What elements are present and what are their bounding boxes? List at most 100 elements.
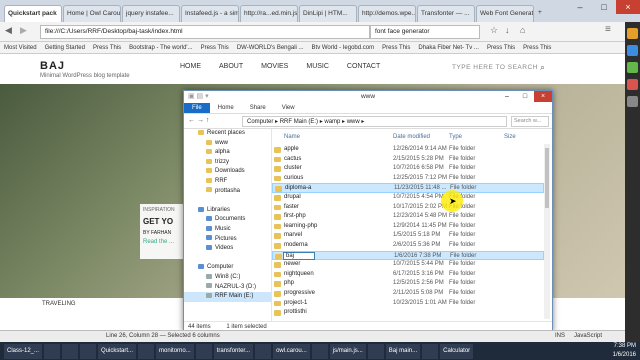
ribbon-tab-view[interactable]: View	[274, 103, 303, 113]
nav-pane-item[interactable]: Videos	[184, 244, 271, 254]
taskbar-button[interactable]: monitorno...	[156, 343, 194, 359]
dock-app-icon[interactable]	[627, 79, 638, 90]
browser-tab[interactable]: Quickstart pack	[4, 5, 62, 22]
file-row[interactable]: marvel 1/5/2015 5:18 PM File folder	[272, 231, 544, 241]
file-row[interactable]: cluster 10/7/2016 6:58 PM File folder	[272, 164, 544, 174]
quick-access-toolbar[interactable]: ▣ ▤ ▾	[188, 92, 209, 100]
nav-pane-item[interactable]: trizzy	[184, 158, 271, 168]
taskbar-app-icon[interactable]	[311, 343, 328, 359]
explorer-search-input[interactable]: Search w...	[511, 116, 549, 127]
browser-tab[interactable]: Home | Owl Carou...	[63, 5, 121, 22]
ribbon-tab-home[interactable]: Home	[210, 103, 242, 113]
browser-tab[interactable]: Transfonter — ...	[417, 5, 475, 22]
address-input[interactable]: file:///C:/Users/RRF/Desktop/baj-task/in…	[40, 25, 370, 39]
clock-date[interactable]: 1/6/2016	[613, 351, 636, 360]
taskbar-button[interactable]: js/main.js...	[329, 343, 366, 359]
nav-item-music[interactable]: MUSIC	[306, 63, 329, 70]
column-date[interactable]: Date modified	[393, 134, 430, 140]
nav-arrows-icon[interactable]: ← → ↑	[188, 117, 209, 124]
file-row[interactable]: diploma-a 11/23/2015 11:48 ... File folder	[272, 183, 544, 193]
minimize-button[interactable]: –	[568, 0, 592, 14]
bookmark-item[interactable]: Press This	[523, 42, 551, 53]
file-row[interactable]: apple 12/26/2014 9:14 AM File folder	[272, 145, 544, 155]
taskbar-app-icon[interactable]	[62, 343, 79, 359]
downloads-icon[interactable]: ↓	[505, 25, 510, 35]
breadcrumb[interactable]: Computer ▸ RRF Main (E:) ▸ wamp ▸ www ▸	[242, 116, 507, 127]
nav-item-about[interactable]: ABOUT	[219, 63, 243, 70]
maximize-button[interactable]: □	[592, 0, 616, 14]
nav-pane-item[interactable]: RRF	[184, 177, 271, 187]
taskbar-button[interactable]: Calculator	[440, 343, 474, 359]
dock-app-icon[interactable]	[627, 45, 638, 56]
file-row[interactable]: faster 10/17/2015 2:02 PM File folder	[272, 203, 544, 213]
file-row[interactable]: baj 1/6/2016 7:38 PM File folder	[272, 250, 544, 261]
vertical-scrollbar[interactable]	[544, 144, 550, 319]
browser-search-input[interactable]: font face generator	[370, 25, 480, 39]
browser-tab[interactable]: Web Font Generator	[476, 5, 534, 22]
bookmark-item[interactable]: Press This	[382, 42, 410, 53]
file-row[interactable]: php 12/5/2015 2:56 PM File folder	[272, 279, 544, 289]
nav-item-movies[interactable]: MOVIES	[261, 63, 288, 70]
menu-icon[interactable]: ≡	[605, 24, 611, 35]
browser-tab[interactable]: DinLipi | HTM...	[299, 5, 357, 22]
file-row[interactable]: first-php 12/23/2014 5:48 PM File folder	[272, 212, 544, 222]
dock-app-icon[interactable]	[627, 28, 638, 39]
taskbar-button[interactable]: Baj main...	[385, 343, 421, 359]
file-row[interactable]: project-1 10/23/2015 1:01 AM File folder	[272, 299, 544, 309]
bookmark-item[interactable]: Btv World - Iegobd.com	[312, 42, 375, 53]
taskbar-app-icon[interactable]	[44, 343, 61, 359]
file-row[interactable]: newer 10/7/2015 5:44 PM File folder	[272, 260, 544, 270]
taskbar-app-icon[interactable]	[422, 343, 439, 359]
nav-item-contact[interactable]: CONTACT	[347, 63, 380, 70]
bookmark-item[interactable]: Most Visited	[4, 42, 37, 53]
file-row[interactable]: moderna 2/6/2015 5:36 PM File folder	[272, 241, 544, 251]
dock-app-icon[interactable]	[627, 96, 638, 107]
close-button[interactable]: ×	[534, 91, 552, 102]
browser-tab[interactable]: http://demos.wpe...	[358, 5, 416, 22]
file-row[interactable]: progressive 2/11/2015 5:08 PM File folder	[272, 289, 544, 299]
editor-syntax[interactable]: JavaScript	[574, 331, 602, 342]
file-row[interactable]: prottisthi	[272, 308, 544, 318]
scroll-thumb[interactable]	[545, 148, 549, 208]
bookmark-item[interactable]: Press This	[201, 42, 229, 53]
minimize-button[interactable]: –	[498, 91, 516, 102]
taskbar-app-icon[interactable]	[255, 343, 272, 359]
nav-pane-item[interactable]: Downloads	[184, 167, 271, 177]
bookmark-item[interactable]: Bootstrap - The world'...	[129, 42, 192, 53]
bookmark-item[interactable]: Dhaka Fiber Net- Tv ...	[418, 42, 479, 53]
file-row[interactable]: curious 12/25/2015 7:12 PM File folder	[272, 174, 544, 184]
browser-tab[interactable]: Instafeed.js - a sim...	[181, 5, 239, 22]
file-row[interactable]: nightqueen 6/17/2015 3:16 PM File folder	[272, 270, 544, 280]
nav-pane-item[interactable]: Computer	[184, 263, 271, 273]
taskbar-button[interactable]: Class-12_...	[4, 343, 43, 359]
search-icon[interactable]: ⌕	[540, 62, 545, 73]
back-icon[interactable]: ◀	[5, 25, 12, 36]
nav-pane-item[interactable]: alpha	[184, 148, 271, 158]
taskbar-button[interactable]: Quickstart...	[98, 343, 137, 359]
taskbar-app-icon[interactable]	[195, 343, 212, 359]
close-button[interactable]: ×	[616, 0, 640, 14]
taskbar-app-icon[interactable]	[138, 343, 155, 359]
column-size[interactable]: Size	[504, 134, 516, 140]
taskbar-button[interactable]: owl.carou...	[273, 343, 310, 359]
nav-pane-item[interactable]: RRF Main (E:)	[184, 292, 271, 302]
clock-time[interactable]: 7:38 PM	[613, 342, 636, 351]
taskbar-button[interactable]: transfonter...	[213, 343, 254, 359]
bookmark-item[interactable]: DW-WORLD's Bengali ...	[237, 42, 304, 53]
forward-icon[interactable]: ▶	[20, 25, 27, 36]
bookmark-item[interactable]: Press This	[487, 42, 515, 53]
nav-pane-item[interactable]: Documents	[184, 215, 271, 225]
nav-pane-item[interactable]: Recent places	[184, 129, 271, 139]
rename-input[interactable]: baj	[283, 251, 315, 260]
ribbon-tab-share[interactable]: Share	[242, 103, 274, 113]
maximize-button[interactable]: □	[516, 91, 534, 102]
nav-pane-item[interactable]: Pictures	[184, 235, 271, 245]
home-icon[interactable]: ⌂	[520, 25, 525, 35]
bookmark-item[interactable]: Press This	[93, 42, 121, 53]
site-logo[interactable]: BAJ	[40, 60, 65, 72]
column-type[interactable]: Type	[449, 134, 462, 140]
dock-app-icon[interactable]	[627, 62, 638, 73]
nav-pane-item[interactable]: www	[184, 139, 271, 149]
nav-pane-item[interactable]: Libraries	[184, 206, 271, 216]
bookmark-item[interactable]: Getting Started	[45, 42, 85, 53]
